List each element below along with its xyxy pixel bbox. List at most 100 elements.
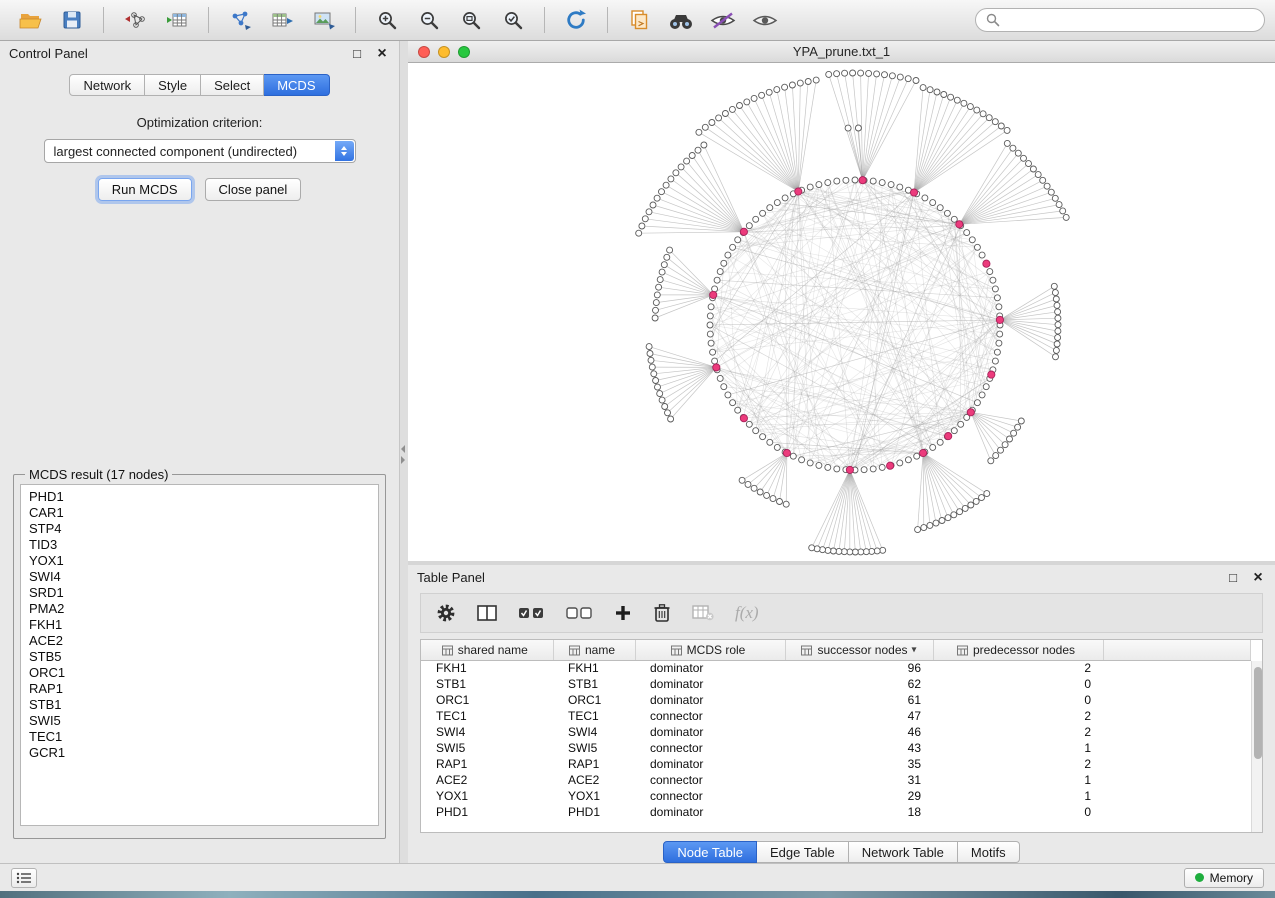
mcds-result-item[interactable]: FKH1 xyxy=(29,617,370,633)
mcds-result-item[interactable]: GCR1 xyxy=(29,745,370,761)
zoom-in-button[interactable] xyxy=(367,4,407,36)
zoom-selected-button[interactable] xyxy=(493,4,533,36)
mcds-result-item[interactable]: SWI5 xyxy=(29,713,370,729)
mcds-result-item[interactable]: STB5 xyxy=(29,649,370,665)
panel-menu-button[interactable] xyxy=(11,868,37,888)
close-mcds-panel-button[interactable]: Close panel xyxy=(205,178,302,201)
table-row[interactable]: SWI4SWI4dominator462 xyxy=(421,724,1251,740)
function-builder-button[interactable]: f(x) xyxy=(735,603,759,623)
status-bar: Memory xyxy=(0,863,1275,891)
table-row[interactable]: ORC1ORC1dominator610 xyxy=(421,692,1251,708)
mcds-result-item[interactable]: PMA2 xyxy=(29,601,370,617)
column-header-name[interactable]: name xyxy=(553,640,635,660)
criterion-dropdown[interactable]: largest connected component (undirected) xyxy=(44,139,356,163)
search-input[interactable] xyxy=(1006,13,1254,27)
delete-table-button[interactable] xyxy=(692,605,714,621)
delete-column-button[interactable] xyxy=(653,603,671,623)
column-header-mcds-role[interactable]: MCDS role xyxy=(635,640,785,660)
optimization-criterion-label: Optimization criterion: xyxy=(0,115,399,130)
export-image-button[interactable] xyxy=(304,4,344,36)
table-row[interactable]: YOX1YOX1connector291 xyxy=(421,788,1251,804)
select-all-button[interactable] xyxy=(518,605,545,621)
run-mcds-button[interactable]: Run MCDS xyxy=(98,178,192,201)
maximize-window-icon[interactable] xyxy=(458,46,470,58)
split-panel-icon xyxy=(477,604,497,622)
show-graphics-button[interactable] xyxy=(745,4,785,36)
tab-network[interactable]: Network xyxy=(69,74,145,96)
table-row[interactable]: RAP1RAP1dominator352 xyxy=(421,756,1251,772)
tab-network-table[interactable]: Network Table xyxy=(849,841,958,863)
split-panel-button[interactable] xyxy=(477,604,497,622)
mcds-result-item[interactable]: STB1 xyxy=(29,697,370,713)
cell-filler xyxy=(1103,724,1251,740)
tab-edge-table[interactable]: Edge Table xyxy=(757,841,849,863)
refresh-view-button[interactable] xyxy=(556,4,596,36)
mcds-result-item[interactable]: CAR1 xyxy=(29,505,370,521)
mcds-result-item[interactable]: STP4 xyxy=(29,521,370,537)
mcds-result-item[interactable]: TEC1 xyxy=(29,729,370,745)
control-panel-header: Control Panel □ × xyxy=(0,41,399,65)
float-panel-button[interactable]: □ xyxy=(349,45,365,61)
table-row[interactable]: STB1STB1dominator620 xyxy=(421,676,1251,692)
mcds-result-item[interactable]: ACE2 xyxy=(29,633,370,649)
cell-shared-name: SWI4 xyxy=(421,724,553,740)
tab-style[interactable]: Style xyxy=(145,74,201,96)
clone-network-button[interactable] xyxy=(619,4,659,36)
table-scrollbar[interactable] xyxy=(1251,661,1262,832)
table-settings-button[interactable] xyxy=(436,603,456,623)
zoom-out-button[interactable] xyxy=(409,4,449,36)
mcds-result-item[interactable]: SWI4 xyxy=(29,569,370,585)
memory-button[interactable]: Memory xyxy=(1184,868,1264,888)
mcds-result-item[interactable]: RAP1 xyxy=(29,681,370,697)
tab-motifs[interactable]: Motifs xyxy=(958,841,1020,863)
deselect-all-button[interactable] xyxy=(566,605,593,621)
mcds-result-item[interactable]: ORC1 xyxy=(29,665,370,681)
close-panel-button[interactable]: × xyxy=(374,45,390,61)
mcds-result-item[interactable]: PHD1 xyxy=(29,489,370,505)
table-row[interactable]: ACE2ACE2connector311 xyxy=(421,772,1251,788)
table-row[interactable]: PHD1PHD1dominator180 xyxy=(421,804,1251,820)
import-table-button[interactable] xyxy=(157,4,197,36)
add-column-button[interactable] xyxy=(614,604,632,622)
close-window-icon[interactable] xyxy=(418,46,430,58)
table-row[interactable]: TEC1TEC1connector472 xyxy=(421,708,1251,724)
mcds-result-item[interactable]: YOX1 xyxy=(29,553,370,569)
cell-mcds-role: connector xyxy=(635,788,785,804)
tab-select[interactable]: Select xyxy=(201,74,264,96)
open-file-button[interactable] xyxy=(10,4,50,36)
column-header-successor-nodes[interactable]: successor nodes▾ xyxy=(785,640,933,660)
tab-node-table[interactable]: Node Table xyxy=(663,841,757,863)
import-network-button[interactable] xyxy=(115,4,155,36)
table-row[interactable]: FKH1FKH1dominator962 xyxy=(421,660,1251,676)
mcds-result-item[interactable]: TID3 xyxy=(29,537,370,553)
column-grid-icon xyxy=(569,645,580,656)
find-network-button[interactable] xyxy=(661,4,701,36)
close-table-panel-button[interactable]: × xyxy=(1250,569,1266,585)
network-canvas[interactable] xyxy=(408,63,1275,561)
mcds-result-item[interactable]: SRD1 xyxy=(29,585,370,601)
splitter-handle[interactable] xyxy=(401,445,405,464)
cell-mcds-role: connector xyxy=(635,708,785,724)
table-scrollbar-thumb[interactable] xyxy=(1254,667,1262,759)
cell-filler xyxy=(1103,692,1251,708)
delete-table-icon xyxy=(692,605,714,621)
zoom-fit-button[interactable] xyxy=(451,4,491,36)
unchecked-boxes-icon xyxy=(566,605,593,621)
column-header-shared-name[interactable]: shared name xyxy=(421,640,553,660)
cell-filler xyxy=(1103,788,1251,804)
column-header-predecessor-nodes[interactable]: predecessor nodes xyxy=(933,640,1103,660)
trash-icon xyxy=(653,603,671,623)
save-session-button[interactable] xyxy=(52,4,92,36)
float-table-panel-button[interactable]: □ xyxy=(1225,569,1241,585)
table-row[interactable]: SWI5SWI5connector431 xyxy=(421,740,1251,756)
minimize-window-icon[interactable] xyxy=(438,46,450,58)
toolbar-separator xyxy=(103,7,104,33)
hide-graphics-button[interactable] xyxy=(703,4,743,36)
window-content: Control Panel □ × NetworkStyleSelectMCDS… xyxy=(0,41,1275,863)
tab-mcds[interactable]: MCDS xyxy=(264,74,329,96)
mcds-result-list[interactable]: PHD1CAR1STP4TID3YOX1SWI4SRD1PMA2FKH1ACE2… xyxy=(20,484,379,826)
export-network-button[interactable] xyxy=(220,4,260,36)
node-table-header-row: shared namenameMCDS rolesuccessor nodes▾… xyxy=(421,640,1251,660)
vertical-splitter[interactable] xyxy=(400,41,408,863)
export-table-button[interactable] xyxy=(262,4,302,36)
